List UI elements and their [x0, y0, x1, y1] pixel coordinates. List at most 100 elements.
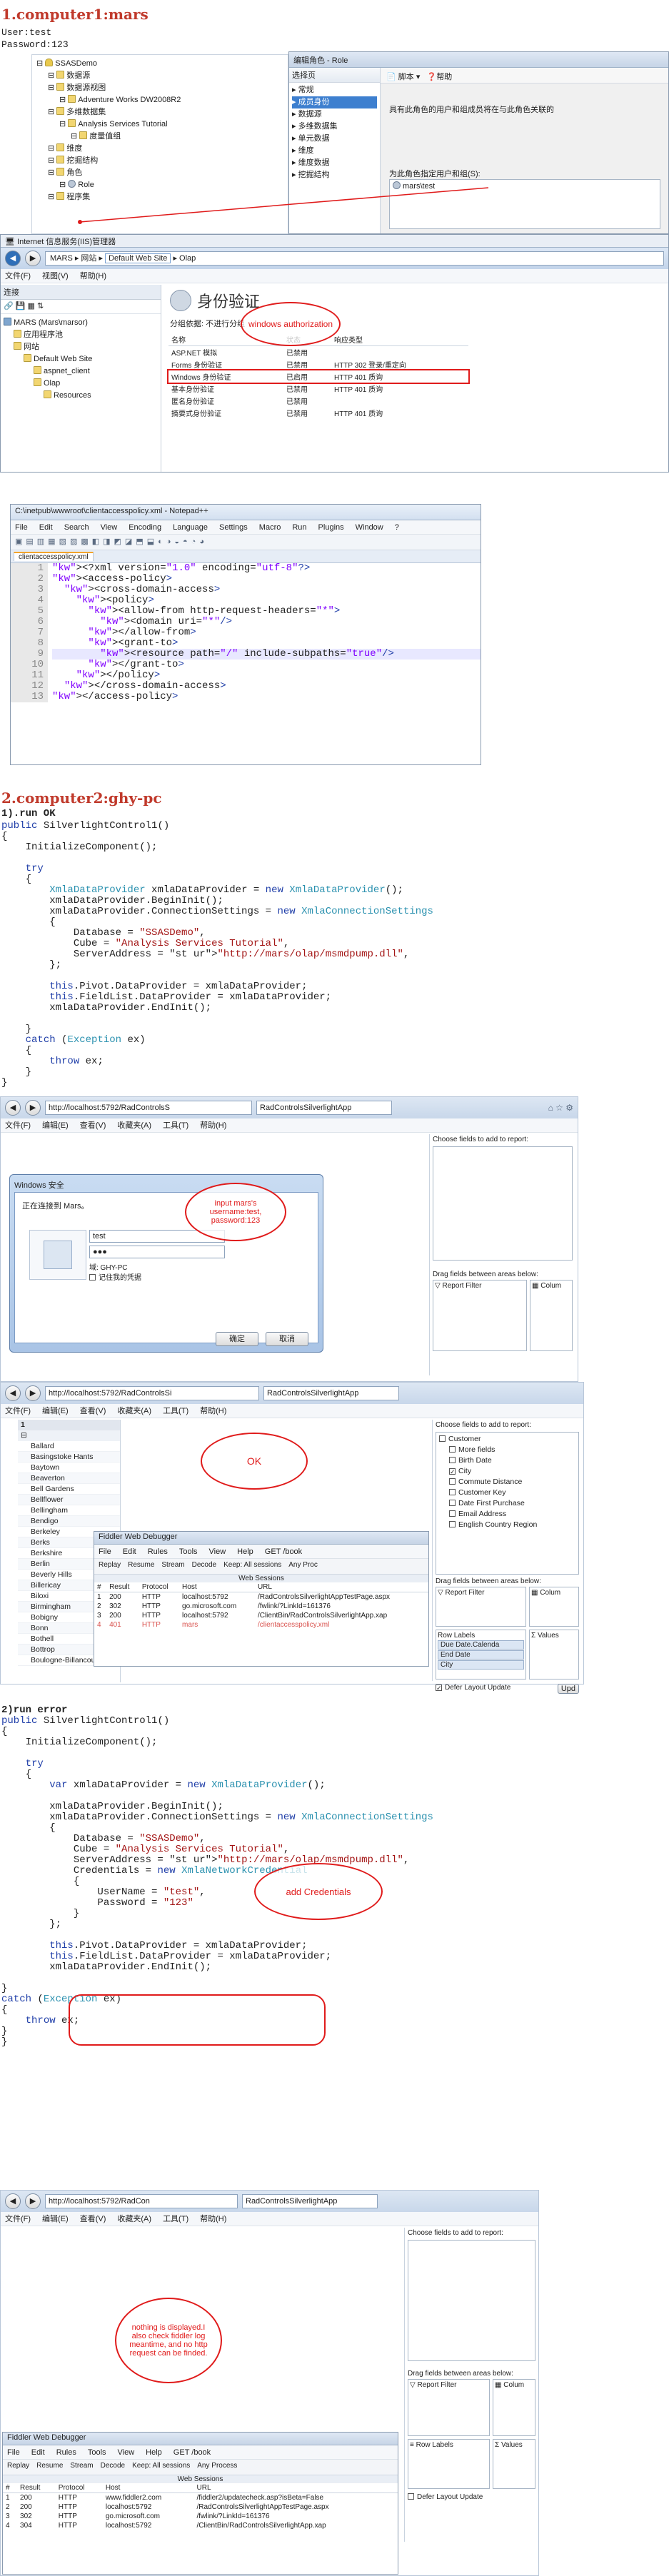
address-crumb[interactable]: MARS [50, 254, 73, 263]
session-row[interactable]: 2 302 HTTP go.microsoft.com/fwlink/?LinkId=… [94, 1602, 428, 1611]
menu-item[interactable]: 查看(V) [80, 1407, 106, 1415]
menu-item[interactable]: 文件(F) [5, 1121, 31, 1130]
menu-item[interactable]: File [7, 2448, 20, 2457]
city-row[interactable]: Beaverton [18, 1473, 120, 1484]
fields-box[interactable]: Customer More fields Birth Date City Commute… [436, 1432, 579, 1575]
back-button[interactable]: ◀ [5, 2193, 21, 2209]
fiddler-tool[interactable]: Keep: All sessions [223, 1561, 281, 1569]
menu-item[interactable]: Settings [219, 523, 248, 532]
column-header[interactable]: URL [255, 1582, 428, 1592]
city-row[interactable]: Basingstoke Hants [18, 1452, 120, 1463]
report-filter-area[interactable]: ▽ Report Filter [436, 1587, 526, 1627]
table-row[interactable]: Windows 身份验证 已启用 HTTP 401 质询 [167, 369, 470, 384]
remember-checkbox[interactable]: 记住我的凭据 [89, 1271, 141, 1282]
city-row[interactable]: Bell Gardens [18, 1484, 120, 1495]
grid-collapse[interactable]: ⊟ [18, 1430, 120, 1441]
menu-item[interactable]: 文件(F) [5, 272, 31, 281]
npp-file-tab[interactable]: clientaccesspolicy.xml [14, 552, 94, 561]
session-row[interactable]: 3 200 HTTP localhost:5792/ClientBin/RadCont… [94, 1611, 428, 1620]
session-row[interactable]: 2 200 HTTP localhost:5792/RadControlsSilver… [3, 2502, 398, 2512]
iis-tree-node[interactable]: aspnet_client [4, 365, 158, 378]
fiddler-tool[interactable]: Stream [161, 1561, 184, 1569]
menu-item[interactable]: 收藏夹(A) [117, 1121, 151, 1130]
iis-tree-node[interactable]: 网站 [4, 341, 158, 353]
code-line[interactable]: "kw"><resource path="/" include-subpaths… [52, 649, 481, 660]
column-area[interactable]: ▦ Colum [529, 1587, 579, 1627]
menu-item[interactable]: Rules [148, 1547, 168, 1556]
address-bar[interactable]: http://localhost:5792/RadControlsS [45, 1101, 252, 1115]
address-crumb[interactable]: 网站 [81, 254, 96, 263]
browser-tab[interactable]: RadControlsSilverlightApp [256, 1101, 392, 1115]
table-row[interactable]: Forms 身份验证 已禁用 HTTP 302 登录/重定向 [168, 358, 468, 370]
field-checkbox[interactable] [439, 1435, 446, 1442]
menu-item[interactable]: 工具(T) [163, 1121, 188, 1130]
table-row[interactable]: 匿名身份验证 已禁用 [168, 395, 468, 407]
menu-item[interactable]: Tools [179, 1547, 198, 1556]
table-row[interactable]: 摘要式身份验证 已禁用 HTTP 401 质询 [168, 407, 468, 419]
code-line[interactable]: "kw"><?xml version="1.0" encoding="utf-8… [52, 563, 481, 574]
menu-item[interactable]: Macro [259, 523, 281, 532]
column-header[interactable]: Host [103, 2483, 194, 2493]
ok-button[interactable]: 确定 [216, 1332, 258, 1346]
code-line[interactable]: "kw"></access-policy> [52, 692, 481, 702]
iis-tree-node[interactable]: Default Web Site [4, 353, 158, 365]
code-line[interactable]: "kw"><policy> [52, 595, 481, 606]
menu-item[interactable]: Help [237, 1547, 253, 1556]
group-by-label[interactable]: 分组依据: 不进行分组 [161, 316, 668, 330]
menu-item[interactable]: View [118, 2448, 135, 2457]
fiddler-tool[interactable]: Resume [128, 1561, 154, 1569]
iis-address-bar[interactable]: MARS ▸ 网站 ▸ Default Web Site ▸ Olap [45, 251, 664, 266]
session-row[interactable]: 4 401 HTTP mars/clientaccesspolicy.xml [94, 1620, 428, 1630]
report-filter-area[interactable]: ▽ Report Filter [433, 1280, 527, 1351]
field-checkbox[interactable] [449, 1500, 456, 1506]
row-labels-area[interactable]: Row Labels Due Date.Calenda End Date City [436, 1630, 526, 1680]
code-line[interactable]: "kw"></allow-from> [52, 627, 481, 638]
report-filter-area[interactable]: ▽ Report Filter [408, 2379, 490, 2436]
field-checkbox[interactable] [449, 1457, 456, 1463]
code-line[interactable]: "kw"><grant-to> [52, 638, 481, 649]
code-line[interactable]: "kw"><access-policy> [52, 574, 481, 585]
update-button[interactable]: Upd [557, 1684, 579, 1694]
menu-item[interactable]: 查看(V) [80, 2215, 106, 2223]
menu-item[interactable]: Rules [56, 2448, 76, 2457]
menu-item[interactable]: 收藏夹(A) [117, 1407, 151, 1415]
menu-item[interactable]: 收藏夹(A) [117, 2215, 151, 2223]
field-item[interactable]: Birth Date [438, 1455, 577, 1466]
menu-item[interactable]: Window [356, 523, 383, 532]
table-row[interactable]: 基本身份验证 已禁用 HTTP 401 质询 [168, 383, 468, 395]
menu-item[interactable]: GET /book [173, 2448, 211, 2457]
menu-item[interactable]: 编辑(E) [42, 1121, 69, 1130]
defer-checkbox[interactable]: Defer Layout Update Upd [433, 1682, 582, 1694]
menu-item[interactable]: ? [395, 523, 399, 532]
browser-tab[interactable]: RadControlsSilverlightApp [242, 2194, 378, 2208]
forward-button[interactable]: ▶ [25, 2193, 41, 2209]
session-row[interactable]: 3 302 HTTP go.microsoft.com/fwlink/?LinkId=… [3, 2512, 398, 2521]
forward-button[interactable]: ▶ [25, 251, 41, 266]
field-item[interactable]: More fields [438, 1445, 577, 1455]
code-line[interactable]: "kw"></grant-to> [52, 660, 481, 670]
column-area[interactable]: ▦ Colum [530, 1280, 573, 1351]
menu-item[interactable]: 编辑(E) [42, 1407, 69, 1415]
column-header[interactable]: # [3, 2483, 17, 2493]
session-row[interactable]: 1 200 HTTP localhost:5792/RadControlsSilver… [94, 1592, 428, 1602]
iis-tree-node[interactable]: Olap [4, 378, 158, 390]
menu-item[interactable]: Language [173, 523, 208, 532]
city-row[interactable]: Baytown [18, 1463, 120, 1473]
forward-button[interactable]: ▶ [25, 1100, 41, 1116]
values-area[interactable]: Σ Values [493, 2439, 535, 2489]
menu-item[interactable]: 工具(T) [163, 2215, 188, 2223]
field-item[interactable]: Customer [438, 1434, 577, 1445]
menu-item[interactable]: 帮助(H) [200, 1407, 226, 1415]
npp-toolbar[interactable]: ▣▤▥▦▧▨▩◧◨◩◪⬒⬓◐◑◒◓◔◕ [11, 535, 481, 550]
fiddler-tool[interactable]: Replay [7, 2462, 29, 2470]
menu-item[interactable]: 文件(F) [5, 2215, 31, 2223]
menu-item[interactable]: View [209, 1547, 226, 1556]
back-button[interactable]: ◀ [5, 251, 21, 266]
values-area[interactable]: Σ Values [529, 1630, 579, 1680]
row-label-item[interactable]: Due Date.Calenda [438, 1640, 524, 1650]
fiddler-tool[interactable]: Keep: All sessions [132, 2462, 190, 2470]
menu-item[interactable]: GET /book [265, 1547, 302, 1556]
field-item[interactable]: Commute Distance [438, 1477, 577, 1487]
column-header[interactable]: URL [194, 2483, 398, 2493]
field-item[interactable]: Email Address [438, 1509, 577, 1520]
